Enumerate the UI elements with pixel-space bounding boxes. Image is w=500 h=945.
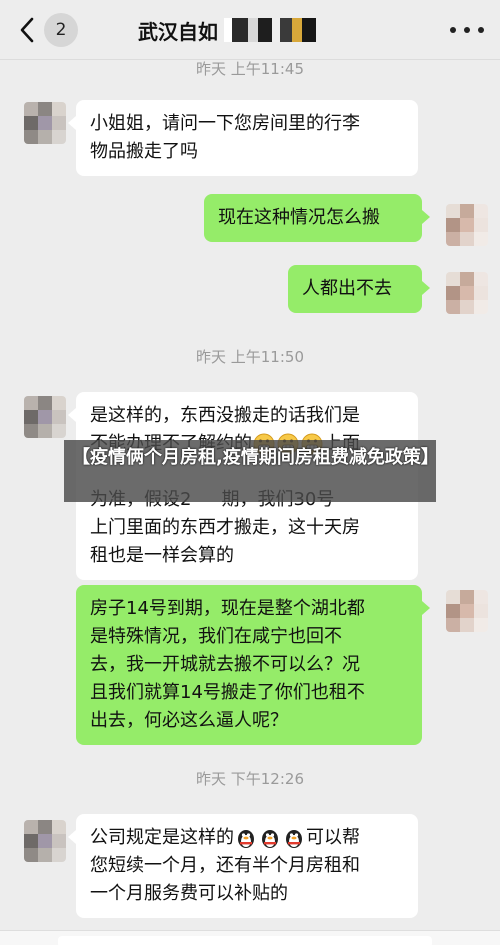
- chat-header: 2 武汉自如: [0, 0, 500, 60]
- my-avatar[interactable]: [446, 590, 488, 632]
- caption-text: 【疫情俩个月房租,疫情期间房租费减免政策】: [72, 447, 439, 468]
- more-dots-icon: [450, 27, 456, 33]
- outgoing-message[interactable]: 现在这种情况怎么搬: [204, 194, 430, 242]
- message-line: 人都出不去: [302, 278, 392, 299]
- censor-mosaic: [224, 18, 316, 42]
- chat-title: 武汉自如: [138, 19, 218, 44]
- message-line: 物品搬走了吗: [90, 141, 198, 162]
- outgoing-message[interactable]: 人都出不去: [288, 265, 430, 313]
- outgoing-message[interactable]: 房子14号到期，现在是整个湖北都 是特殊情况，我们在咸宁也回不 去，我一开城就去…: [76, 585, 430, 745]
- timestamp: 昨天 上午11:45: [196, 60, 304, 78]
- message-line: 现在这种情况怎么搬: [218, 207, 380, 228]
- timestamp: 昨天 上午11:50: [196, 348, 304, 366]
- message-line: 一个月服务费可以补贴的: [90, 883, 288, 904]
- my-avatar[interactable]: [446, 204, 488, 246]
- penguin-emoji-icon: [238, 830, 254, 848]
- message-line: 小姐姐，请问一下您房间里的行李: [90, 113, 360, 134]
- chevron-left-icon: [20, 17, 34, 43]
- penguin-emoji-icon: [262, 830, 278, 848]
- unread-count-badge: 2: [44, 13, 78, 47]
- back-button[interactable]: 2: [18, 12, 78, 48]
- message-line: 出去，何必这么逼人呢？: [90, 710, 288, 731]
- incoming-message[interactable]: 公司规定是这样的 可以帮 您短续一个月，还有半个月房租和 一个月服务费可以补贴的: [68, 814, 418, 918]
- message-line: 且我们就算14号搬走了你们也租不: [90, 682, 365, 703]
- incoming-message[interactable]: 小姐姐，请问一下您房间里的行李 物品搬走了吗: [68, 100, 418, 176]
- contact-avatar[interactable]: [24, 396, 66, 438]
- message-line: 您短续一个月，还有半个月房租和: [90, 855, 360, 876]
- contact-avatar[interactable]: [24, 820, 66, 862]
- contact-avatar[interactable]: [24, 102, 66, 144]
- message-line: 是特殊情况，我们在咸宁也回不: [90, 626, 342, 647]
- timestamp: 昨天 下午12:26: [196, 770, 304, 788]
- message-line: 上门里面的东西才搬走，这十天房: [90, 517, 360, 538]
- message-line: 去，我一开城就去搬不可以么？况: [90, 654, 360, 675]
- more-options-button[interactable]: [450, 16, 484, 44]
- my-avatar[interactable]: [446, 272, 488, 314]
- message-line: 是这样的，东西没搬走的话我们是: [90, 405, 360, 426]
- message-line: 租也是一样会算的: [90, 545, 234, 566]
- penguin-emoji-icon: [286, 830, 302, 848]
- message-line: 房子14号到期，现在是整个湖北都: [90, 598, 365, 619]
- message-input[interactable]: [58, 936, 432, 945]
- message-line: 公司规定是这样的 可以帮: [90, 827, 360, 848]
